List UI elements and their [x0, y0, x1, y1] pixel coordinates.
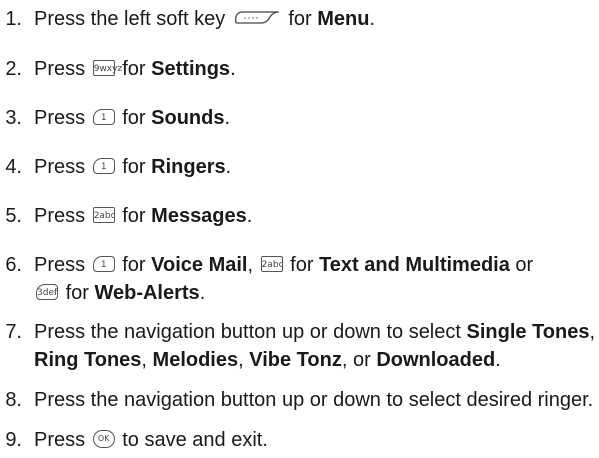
- step-text-part: Press: [34, 156, 86, 178]
- key-1-icon: 1: [92, 108, 115, 125]
- key-9-icon: 9wxyz: [92, 59, 122, 76]
- step-punct: .: [199, 282, 206, 304]
- step-punct: .: [224, 107, 231, 129]
- step-punct: ,: [247, 254, 254, 276]
- ok-key-icon: OK: [92, 429, 115, 448]
- step-text: Press the left soft key for Menu.: [34, 5, 599, 33]
- ringers-term: Ringers: [151, 156, 226, 178]
- step-punct: .: [225, 156, 232, 178]
- ring-tones-term: Ring Tones: [34, 349, 142, 371]
- step-text-part: Press the navigation button up or down t…: [34, 321, 461, 343]
- step-number: 9.: [5, 429, 22, 451]
- step-punct: ,: [141, 349, 147, 371]
- step-text-part: Press: [34, 254, 86, 276]
- step-text-part: to save and exit.: [122, 429, 268, 451]
- step-text-part: Press: [34, 429, 86, 451]
- step-text-part: Press the left soft key: [34, 8, 226, 30]
- step-text: Press the navigation button up or down t…: [34, 389, 594, 411]
- step-text-part: Press: [34, 58, 86, 80]
- step-punct: ,: [238, 349, 244, 371]
- step-text: Press 2abc for Messages.: [34, 202, 599, 230]
- step-text: Press 9wxyz for Settings.: [34, 55, 599, 83]
- vibe-tonz-term: Vibe Tonz: [249, 349, 342, 371]
- sounds-term: Sounds: [151, 107, 225, 129]
- step-punct: .: [495, 349, 501, 371]
- downloaded-term: Downloaded: [376, 349, 496, 371]
- step-text-part: for: [122, 107, 146, 129]
- melodies-term: Melodies: [152, 349, 239, 371]
- step-number: 8.: [5, 389, 22, 411]
- step-text-part: for: [122, 58, 146, 80]
- step-text-part: or: [515, 254, 534, 276]
- single-tones-term: Single Tones: [466, 321, 590, 343]
- step-text-part: for: [290, 254, 314, 276]
- messages-term: Messages: [151, 205, 247, 227]
- step-text: Press OK to save and exit.: [34, 426, 599, 454]
- step-text-part: for: [65, 282, 89, 304]
- step-text-part: for: [122, 254, 146, 276]
- step-number: 2.: [5, 58, 22, 80]
- step-text: Press 1 for Ringers.: [34, 153, 599, 181]
- step-text: Press the navigation button up or down t…: [34, 318, 599, 374]
- text-multimedia-term: Text and Multimedia: [319, 254, 510, 276]
- step-number: 3.: [5, 107, 22, 129]
- step-punct: ,: [589, 321, 596, 343]
- key-1-icon: 1: [92, 157, 115, 174]
- step-number: 5.: [5, 205, 22, 227]
- step-number: 1.: [5, 8, 22, 30]
- key-1-icon: 1: [92, 255, 115, 272]
- menu-term: Menu: [317, 8, 370, 30]
- step-number: 7.: [5, 321, 22, 343]
- step-text-part: for: [122, 205, 146, 227]
- web-alerts-term: Web-Alerts: [94, 282, 200, 304]
- key-2-icon: 2abc: [260, 255, 284, 272]
- step-text-part: Press: [34, 107, 86, 129]
- step-number: 4.: [5, 156, 22, 178]
- step-text: Press 1 for Voice Mail, 2abc for Text an…: [34, 251, 599, 307]
- step-punct: , or: [341, 349, 371, 371]
- key-2-icon: 2abc: [92, 206, 116, 223]
- step-number: 6.: [5, 254, 22, 276]
- key-3-icon: 3def: [36, 283, 58, 300]
- step-text: Press 1 for Sounds.: [34, 104, 599, 132]
- step-punct: .: [369, 8, 376, 30]
- voice-mail-term: Voice Mail: [151, 254, 248, 276]
- step-text-part: for: [122, 156, 146, 178]
- step-punct: .: [246, 205, 253, 227]
- step-punct: .: [230, 58, 236, 80]
- step-text-part: for: [288, 8, 312, 30]
- step-text-part: Press: [34, 205, 86, 227]
- left-soft-key-icon: [234, 11, 279, 24]
- settings-term: Settings: [151, 58, 231, 80]
